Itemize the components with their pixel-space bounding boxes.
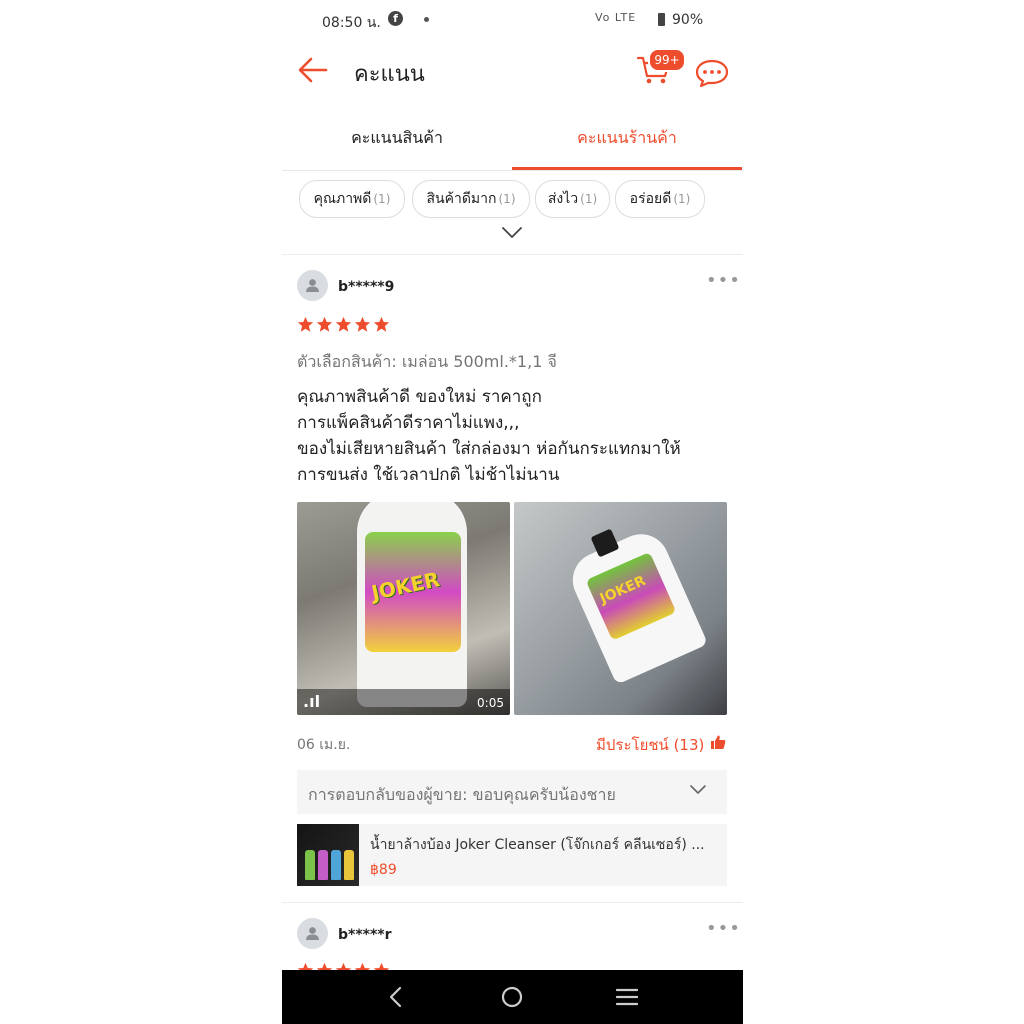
battery-percent: 90%	[672, 12, 704, 28]
bottle-label: JOKER	[365, 532, 461, 652]
chevron-down-icon[interactable]	[689, 784, 707, 796]
review-line: ของไม่เสียหายสินค้า ใส่กล่องมา ห่อกันกระ…	[297, 439, 681, 459]
bottle-brand-text: JOKER	[597, 572, 649, 608]
seller-reply[interactable]: การตอบกลับของผู้ขาย: ขอบคุณครับน้องชาย	[297, 770, 727, 814]
video-icon: .ıl	[303, 692, 321, 711]
divider	[282, 902, 743, 903]
status-bar: 08:50 น. f Vo LTE 90%	[282, 0, 743, 40]
nav-home-icon[interactable]	[501, 986, 523, 1008]
review-line: การแพ็คสินค้าดีราคาไม่แพง,,,	[297, 413, 520, 433]
product-bottle-image: JOKER	[563, 525, 709, 685]
chip-delicious[interactable]: อร่อยดี (1)	[615, 180, 705, 218]
video-duration: 0:05	[477, 696, 504, 710]
product-price: ฿89	[370, 862, 397, 878]
facebook-notification-icon: f	[388, 11, 403, 26]
chip-label: ส่งไว	[547, 191, 579, 207]
helpful-button[interactable]: มีประโยชน์ (13)	[596, 733, 704, 757]
nav-back-icon[interactable]	[386, 986, 406, 1008]
star-icon	[297, 316, 314, 332]
tab-product-rating[interactable]: คะแนนสินค้า	[282, 108, 512, 168]
user-icon	[306, 279, 319, 292]
phone-screen: 08:50 น. f Vo LTE 90% คะแนน 99+ คะแนนสิน…	[282, 0, 743, 1024]
avatar	[297, 918, 328, 949]
chip-count: (1)	[580, 192, 598, 206]
chip-count: (1)	[373, 192, 391, 206]
review-line: คุณภาพสินค้าดี ของใหม่ ราคาถูก	[297, 387, 542, 407]
thumbnail-bottle	[331, 850, 341, 880]
notification-dot-icon	[424, 17, 429, 22]
review-video[interactable]: JOKER .ıl 0:05	[297, 502, 510, 715]
thumbnail-bottle	[344, 850, 354, 880]
signal-icon: Vo LTE	[595, 11, 637, 24]
rating-tabs: คะแนนสินค้า คะแนนร้านค้า	[282, 108, 743, 171]
tab-shop-rating[interactable]: คะแนนร้านค้า	[512, 108, 742, 170]
product-variant: ตัวเลือกสินค้า: เมล่อน 500ml.*1,1 จี	[297, 352, 557, 371]
chat-icon[interactable]	[694, 58, 730, 88]
chip-label: สินค้าดีมาก	[426, 191, 497, 207]
star-icon	[316, 316, 333, 332]
cart-count-badge: 99+	[648, 48, 686, 72]
star-icon	[335, 316, 352, 332]
more-options-icon[interactable]: •••	[706, 918, 741, 939]
page-title: คะแนน	[354, 62, 425, 87]
bottle-label: JOKER	[585, 551, 677, 641]
reviewer-name: b*****9	[338, 279, 395, 295]
product-name: น้ำยาล้างบ้อง Joker Cleanser (โจ๊กเกอร์ …	[370, 837, 705, 853]
divider	[282, 254, 743, 255]
battery-icon	[658, 13, 665, 26]
status-time: 08:50 น.	[322, 15, 381, 31]
app-header: คะแนน 99+	[282, 40, 743, 104]
nav-recents-icon[interactable]	[616, 988, 638, 1006]
filter-chips: คุณภาพดี (1) สินค้าดีมาก (1) ส่งไว (1) อร่อ…	[282, 180, 743, 220]
chip-great-product[interactable]: สินค้าดีมาก (1)	[412, 180, 530, 218]
star-rating	[297, 316, 392, 337]
arrow-left-icon[interactable]	[296, 54, 330, 86]
user-icon	[306, 927, 319, 940]
review-photo[interactable]: JOKER	[514, 502, 727, 715]
product-thumbnail	[297, 824, 359, 886]
thumbnail-bottle	[305, 850, 315, 880]
chevron-down-icon[interactable]	[501, 226, 523, 240]
review-date: 06 เม.ย.	[297, 737, 351, 753]
thumbs-up-icon[interactable]	[710, 734, 726, 750]
reviewer-name: b*****r	[338, 927, 392, 943]
avatar	[297, 270, 328, 301]
product-link-card[interactable]: น้ำยาล้างบ้อง Joker Cleanser (โจ๊กเกอร์ …	[297, 824, 727, 886]
system-navigation-bar	[282, 970, 743, 1024]
thumbnail-bottle	[318, 850, 328, 880]
chip-count: (1)	[498, 192, 516, 206]
seller-reply-text: การตอบกลับของผู้ขาย: ขอบคุณครับน้องชาย	[308, 785, 616, 804]
chip-good-quality[interactable]: คุณภาพดี (1)	[299, 180, 405, 218]
star-icon	[373, 316, 390, 332]
product-bottle-image: JOKER	[357, 502, 467, 707]
star-icon	[354, 316, 371, 332]
chip-count: (1)	[673, 192, 691, 206]
more-options-icon[interactable]: •••	[706, 270, 741, 291]
review-line: การขนส่ง ใช้เวลาปกติ ไม่ช้าไม่นาน	[297, 465, 560, 485]
bottle-brand-text: JOKER	[369, 567, 442, 605]
chip-label: อร่อยดี	[629, 191, 672, 207]
review-text: คุณภาพสินค้าดี ของใหม่ ราคาถูก การแพ็คสิ…	[297, 384, 727, 488]
chip-fast-delivery[interactable]: ส่งไว (1)	[535, 180, 610, 218]
chip-label: คุณภาพดี	[313, 191, 372, 207]
